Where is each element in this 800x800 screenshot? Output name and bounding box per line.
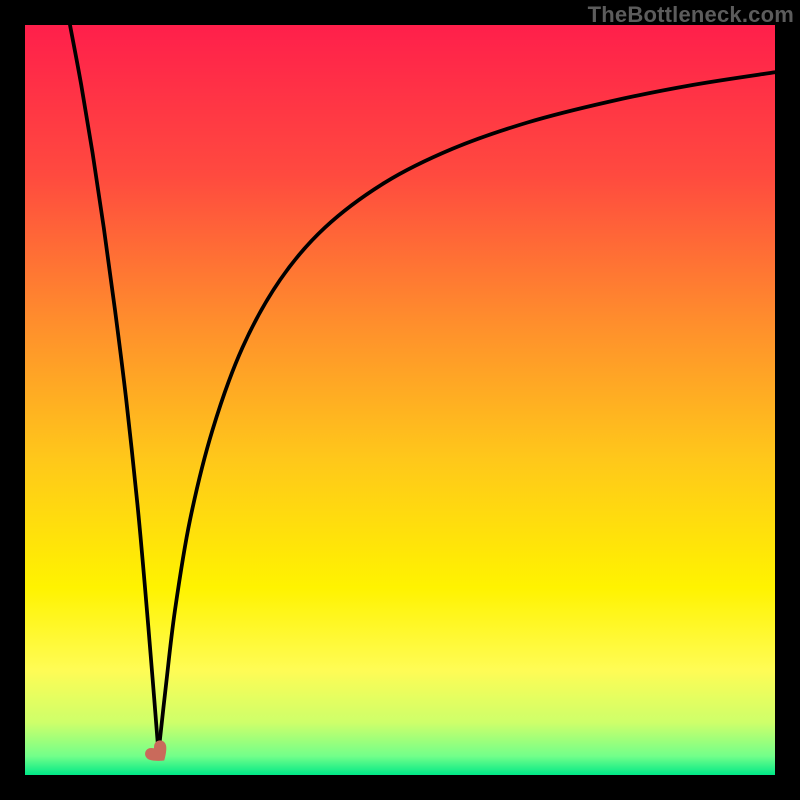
chart-plot-area [25,25,775,775]
bottleneck-curve [25,25,775,775]
